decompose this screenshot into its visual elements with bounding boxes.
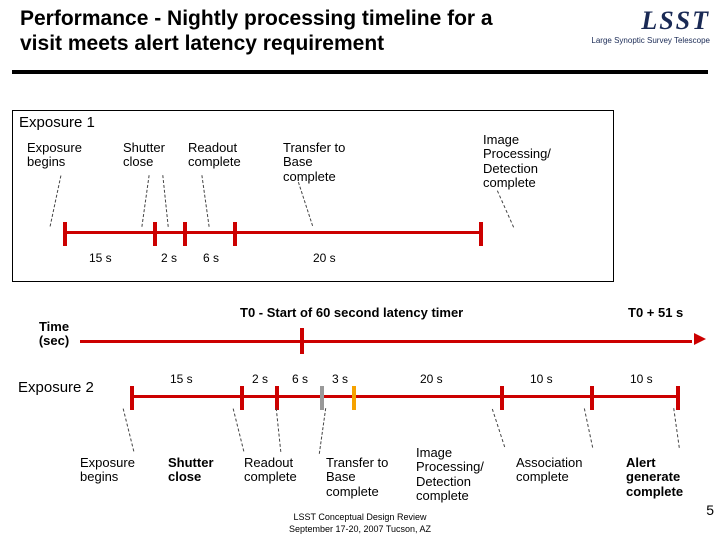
exp1-timeline [63,231,483,234]
leader [673,408,680,448]
title-rule [12,70,708,74]
t0-plus-label: T0 + 51 s [628,306,683,320]
exp2-dur7: 10 s [630,372,653,386]
logo-text: LSST [591,6,710,36]
tick [320,386,324,410]
exp1-readout-label: Readout complete [188,141,258,170]
exp2-image-label: Image Processing/ Detection complete [416,446,502,503]
exposure1-heading: Exposure 1 [19,115,95,132]
tick [500,386,504,410]
tick [590,386,594,410]
leader [50,175,62,226]
exp2-shutter-label: Shutter close [168,456,228,485]
exp2-dur4: 3 s [332,372,348,386]
exposure2-heading: Exposure 2 [18,380,94,397]
tick [63,222,67,246]
exp1-transfer-label: Transfer to Base complete [283,141,363,184]
leader [492,409,505,447]
exp1-begin-label: Exposure begins [27,141,97,170]
tick [352,386,356,410]
leader [497,191,514,228]
exp2-dur3: 6 s [292,372,308,386]
leader [276,408,282,452]
tick [153,222,157,246]
leader [141,175,149,227]
tick [275,386,279,410]
exp2-dur5: 20 s [420,372,443,386]
main-timeline-post [80,340,692,343]
tick [479,222,483,246]
logo-subtext: Large Synoptic Survey Telescope [591,36,710,45]
exp2-timeline [130,395,680,398]
leader [233,409,245,452]
leader [123,409,135,452]
tick [233,222,237,246]
exp1-dur3: 6 s [203,251,219,265]
tick [183,222,187,246]
exp2-assoc-label: Association complete [516,456,596,485]
exp2-alert-label: Alert generate complete [626,456,706,499]
leader [319,408,326,454]
exp1-dur1: 15 s [89,251,112,265]
footer-line2: September 17-20, 2007 Tucson, AZ [0,524,720,534]
t0-tick [300,328,304,354]
exp2-readout-label: Readout complete [244,456,314,485]
exp1-shutter-label: Shutter close [123,141,178,170]
exp2-dur6: 10 s [530,372,553,386]
exp2-dur1: 15 s [170,372,193,386]
exp1-dur4: 20 s [313,251,336,265]
timeline-arrow [694,333,706,345]
leader [201,175,209,227]
exp1-dur2: 2 s [161,251,177,265]
footer-line1: LSST Conceptual Design Review [0,512,720,522]
page-title: Performance - Nightly processing timelin… [20,6,520,56]
leader [584,408,593,447]
exp2-dur2: 2 s [252,372,268,386]
time-axis-label: Time (sec) [24,320,84,349]
exp1-image-label: Image Processing/ Detection complete [483,133,573,190]
exp2-begin-label: Exposure begins [80,456,150,485]
slide: Performance - Nightly processing timelin… [0,0,720,540]
tick [130,386,134,410]
page-number: 5 [706,502,714,518]
lsst-logo: LSST Large Synoptic Survey Telescope [591,6,710,45]
leader [162,175,168,227]
tick [676,386,680,410]
exposure1-box: Exposure 1 Exposure begins Shutter close… [12,110,614,282]
leader [298,182,313,226]
exp2-transfer-label: Transfer to Base complete [326,456,404,499]
t0-label: T0 - Start of 60 second latency timer [240,306,463,320]
tick [240,386,244,410]
